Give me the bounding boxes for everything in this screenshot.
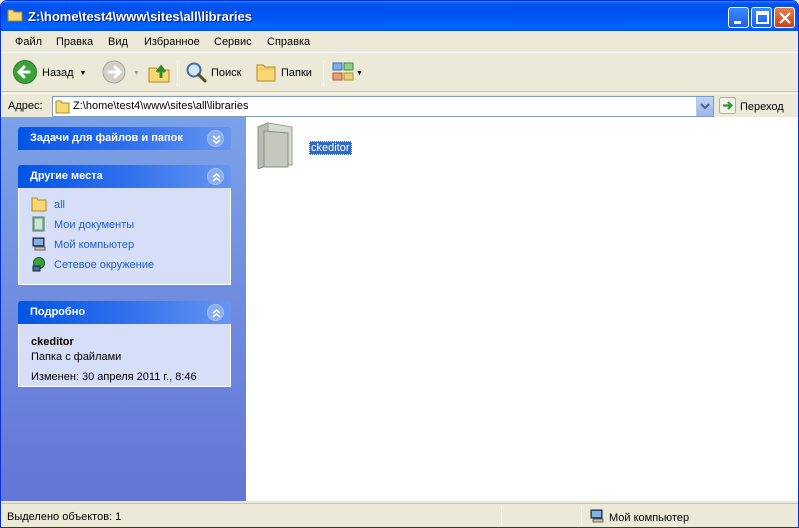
folders-label: Папки (281, 67, 312, 79)
go-button[interactable]: Переход (719, 96, 784, 117)
task-pane: Задачи для файлов и папок Другие места a… (1, 117, 246, 501)
other-places-panel: Другие места all Мои документы Мой компь… (18, 165, 231, 285)
detail-modified: Изменен: 30 апреля 2011 г., 8:46 (31, 371, 197, 383)
search-button[interactable]: Поиск (185, 58, 241, 88)
toolbar: Назад ▼ ▼ Поиск Папки ▼ (1, 54, 798, 92)
place-label: all (54, 199, 66, 211)
collapse-icon[interactable] (207, 168, 224, 185)
file-list[interactable]: ckeditor (246, 117, 798, 501)
address-text: Z:\home\test4\www\sites\all\libraries (73, 100, 249, 112)
back-arrow-icon (12, 59, 38, 88)
collapse-icon[interactable] (207, 304, 224, 321)
details-body: ckeditor Папка с файлами Изменен: 30 апр… (18, 324, 231, 387)
minimize-button[interactable] (728, 7, 749, 28)
selection-status: Выделено объектов: 1 (7, 511, 122, 523)
other-places-header[interactable]: Другие места (18, 165, 231, 188)
maximize-button[interactable] (751, 7, 772, 28)
back-label: Назад (42, 67, 74, 79)
my-documents-icon (31, 216, 47, 235)
go-label: Переход (740, 100, 784, 113)
folder-icon (55, 99, 70, 117)
folders-button[interactable]: Папки (255, 58, 312, 88)
menu-bar: Файл Правка Вид Избранное Сервис Справка (1, 31, 798, 53)
my-computer-icon (31, 236, 47, 255)
detail-type: Папка с файлами (31, 351, 122, 363)
menu-favorites[interactable]: Избранное (144, 36, 200, 48)
menu-view[interactable]: Вид (108, 36, 128, 48)
back-button[interactable]: Назад ▼ (12, 58, 86, 88)
address-bar: Адрес: Z:\home\test4\www\sites\all\libra… (1, 93, 798, 117)
other-places-title: Другие места (30, 170, 103, 182)
expand-icon[interactable] (207, 130, 224, 147)
details-title: Подробно (30, 306, 86, 318)
views-icon (332, 61, 354, 86)
forward-arrow-icon (101, 59, 127, 88)
status-separator (581, 507, 582, 525)
place-item-network[interactable]: Сетевое окружение (31, 256, 155, 275)
tasks-panel-header[interactable]: Задачи для файлов и папок (18, 127, 231, 150)
place-item-my-documents[interactable]: Мои документы (31, 216, 135, 235)
my-computer-icon (589, 508, 605, 527)
title-bar[interactable]: Z:\home\test4\www\sites\all\libraries (1, 1, 798, 31)
place-label: Мой компьютер (54, 239, 135, 251)
network-icon (31, 256, 47, 275)
file-name: ckeditor (309, 141, 352, 155)
views-dropdown-icon[interactable]: ▼ (356, 70, 363, 77)
toolbar-separator (177, 60, 178, 86)
views-button[interactable]: ▼ (332, 58, 363, 88)
menu-file[interactable]: Файл (15, 36, 42, 48)
up-folder-icon (147, 60, 171, 87)
address-input[interactable]: Z:\home\test4\www\sites\all\libraries (52, 96, 714, 117)
tasks-panel: Задачи для файлов и папок (18, 127, 231, 150)
folders-icon (255, 61, 277, 86)
folder-icon (254, 122, 298, 172)
close-button[interactable] (774, 7, 795, 28)
location-status: Мой компьютер (589, 508, 689, 527)
menu-edit[interactable]: Правка (56, 36, 93, 48)
folder-icon (31, 196, 47, 215)
explorer-window: Z:\home\test4\www\sites\all\libraries Фа… (0, 0, 799, 528)
folder-icon (7, 8, 23, 22)
tasks-panel-title: Задачи для файлов и папок (30, 132, 183, 144)
details-panel: Подробно ckeditor Папка с файлами Измене… (18, 301, 231, 387)
go-arrow-icon (719, 96, 736, 117)
details-header[interactable]: Подробно (18, 301, 231, 324)
place-item-all[interactable]: all (31, 197, 65, 213)
menu-help[interactable]: Справка (267, 36, 310, 48)
up-folder-button[interactable] (147, 58, 171, 88)
other-places-body: all Мои документы Мой компьютер Сетевое … (18, 188, 231, 285)
toolbar-separator (323, 60, 324, 86)
place-item-my-computer[interactable]: Мой компьютер (31, 237, 134, 253)
forward-button[interactable]: ▼ (101, 58, 140, 88)
search-label: Поиск (211, 67, 242, 79)
forward-dropdown-icon[interactable]: ▼ (133, 70, 140, 77)
file-item[interactable]: ckeditor (254, 121, 352, 172)
status-bar: Выделено объектов: 1 Мой компьютер (1, 503, 798, 527)
detail-name: ckeditor (31, 336, 74, 348)
place-label: Мои документы (54, 219, 135, 231)
menu-tools[interactable]: Сервис (214, 36, 252, 48)
address-dropdown-button[interactable] (696, 97, 713, 116)
back-dropdown-icon[interactable]: ▼ (80, 70, 87, 77)
search-icon (185, 61, 207, 86)
window-title: Z:\home\test4\www\sites\all\libraries (28, 9, 252, 24)
location-label: Мой компьютер (609, 511, 690, 524)
place-label: Сетевое окружение (54, 259, 155, 271)
address-label: Адрес: (8, 100, 43, 112)
status-separator (501, 507, 502, 525)
